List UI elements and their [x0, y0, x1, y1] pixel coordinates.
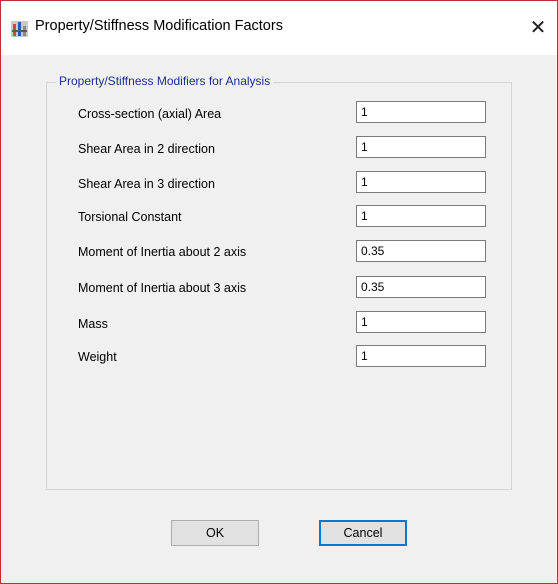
label-inertia-2: Moment of Inertia about 2 axis	[78, 245, 247, 259]
input-inertia-3[interactable]	[356, 276, 486, 298]
ok-button[interactable]: OK	[171, 520, 259, 546]
close-button[interactable]: ✕	[524, 15, 552, 41]
label-shear-area-3: Shear Area in 3 direction	[78, 177, 215, 191]
input-torsional-constant[interactable]	[356, 205, 486, 227]
label-weight: Weight	[78, 350, 117, 364]
label-cross-section-area: Cross-section (axial) Area	[78, 107, 222, 121]
input-shear-area-3[interactable]	[356, 171, 486, 193]
input-inertia-2[interactable]	[356, 240, 486, 262]
label-torsional-constant: Torsional Constant	[78, 210, 182, 224]
label-inertia-3: Moment of Inertia about 3 axis	[78, 281, 247, 295]
label-mass: Mass	[78, 317, 108, 331]
input-shear-area-2[interactable]	[356, 136, 486, 158]
close-icon: ✕	[529, 17, 547, 39]
label-shear-area-2: Shear Area in 2 direction	[78, 142, 215, 156]
input-cross-section-area[interactable]	[356, 101, 486, 123]
window-title: Property/Stiffness Modification Factors	[35, 18, 283, 34]
groupbox-title: Property/Stiffness Modifiers for Analysi…	[56, 74, 274, 88]
title-bar[interactable]: Property/Stiffness Modification Factors …	[1, 1, 557, 55]
input-mass[interactable]	[356, 311, 486, 333]
app-icon	[11, 21, 28, 37]
input-weight[interactable]	[356, 345, 486, 367]
cancel-button[interactable]: Cancel	[319, 520, 407, 546]
dialog-window: Property/Stiffness Modification Factors …	[0, 0, 558, 584]
